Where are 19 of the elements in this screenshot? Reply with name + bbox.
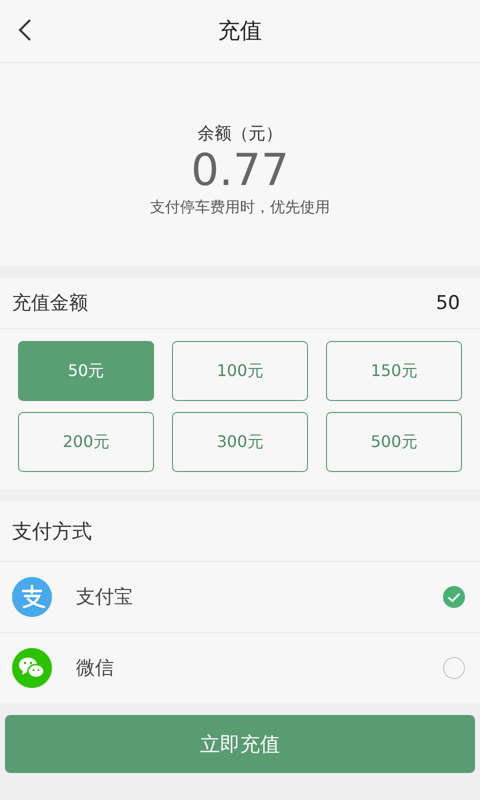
amount-option[interactable]: 150元 (326, 341, 462, 401)
amount-option[interactable]: 100元 (172, 341, 308, 401)
submit-button[interactable]: 立即充值 (5, 715, 475, 773)
payment-option[interactable]: 微信 (0, 633, 480, 703)
balance-note: 支付停车费用时，优先使用 (150, 198, 330, 217)
amount-option[interactable]: 500元 (326, 412, 462, 472)
alipay-icon (12, 577, 52, 617)
chat-bubbles-icon (12, 648, 52, 688)
section-label: 充值金额 (12, 291, 88, 316)
section-title: 支付方式 (0, 501, 480, 562)
payment-option[interactable]: 支付宝 (0, 562, 480, 633)
balance-amount: 0.77 (191, 147, 289, 196)
amount-option[interactable]: 300元 (172, 412, 308, 472)
page-title: 充值 (218, 18, 262, 46)
balance-label: 余额（元） (198, 123, 282, 146)
amount-option[interactable]: 200元 (18, 412, 154, 472)
amount-value: 50 (436, 292, 460, 314)
amount-option[interactable]: 50元 (18, 341, 154, 401)
back-icon (18, 18, 32, 42)
